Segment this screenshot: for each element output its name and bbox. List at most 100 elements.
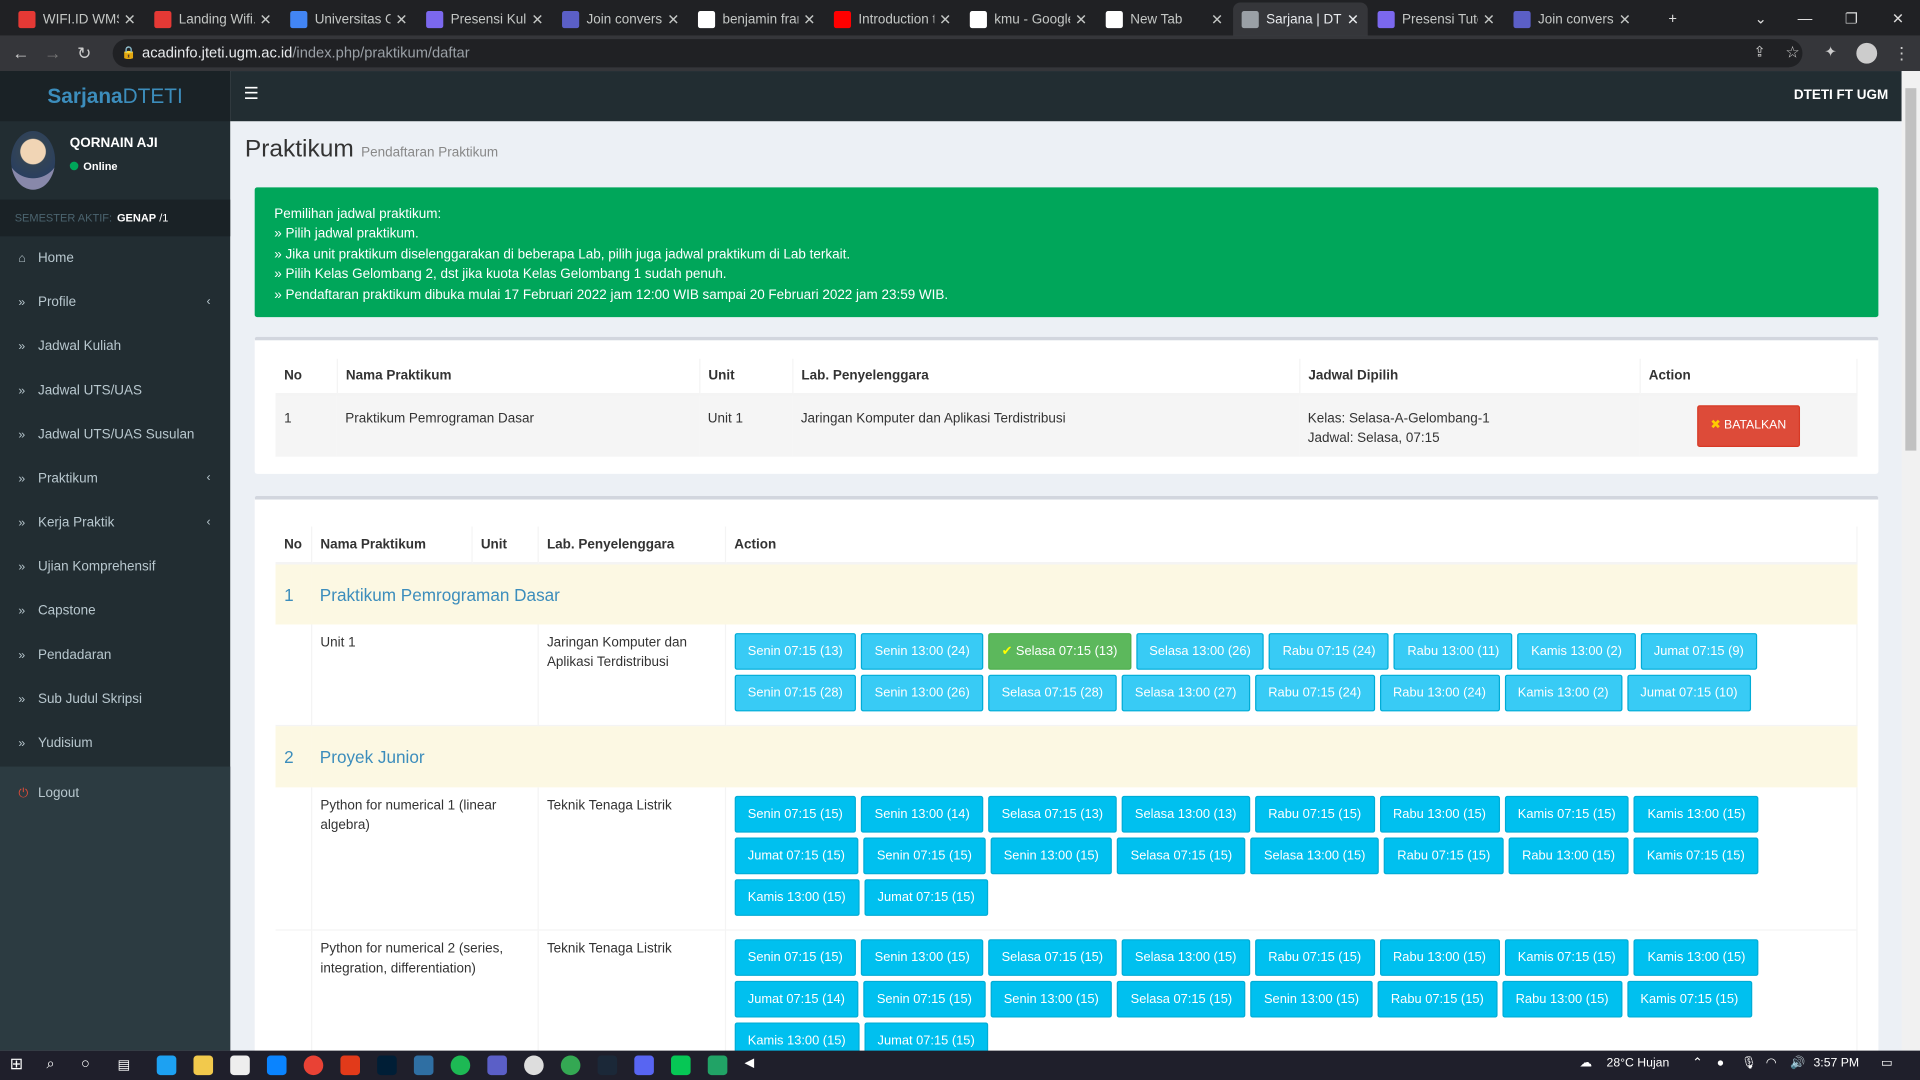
tab-close-icon[interactable]: ✕ [1211,10,1223,27]
selected-slot-button[interactable]: ✔ Selasa 07:15 (13) [988,633,1131,670]
slot-button[interactable]: Senin 07:15 (15) [863,836,986,874]
notification-icon[interactable]: ▭ [1881,1057,1893,1070]
slot-button[interactable]: Senin 07:15 (15) [734,795,857,833]
slot-button[interactable]: Selasa 13:00 (26) [1135,633,1265,670]
mic-icon[interactable]: 🎙 [1741,1057,1757,1070]
steam-icon[interactable] [597,1055,618,1076]
slot-button[interactable]: Senin 07:15 (15) [863,980,986,1017]
sidebar-item-jadwal-uts-uas[interactable]: » Jadwal UTS/UAS [0,369,230,413]
tab-close-icon[interactable]: ✕ [1619,10,1631,27]
back-icon[interactable]: ← [12,43,29,63]
line-icon[interactable] [671,1055,691,1076]
app-icon[interactable] [413,1055,434,1076]
slot-button[interactable]: Rabu 07:15 (24) [1254,674,1375,712]
browser-tab[interactable]: Presensi Tutor ✕ [1369,2,1504,35]
tab-close-icon[interactable]: ✕ [260,10,272,27]
discord-icon[interactable] [634,1055,654,1076]
slot-button[interactable]: Rabu 13:00 (15) [1379,795,1500,833]
slot-button[interactable]: Rabu 07:15 (15) [1377,980,1498,1017]
close-window-icon[interactable]: ✕ [1876,0,1920,36]
page-scrollbar[interactable] [1901,71,1920,1051]
slot-button[interactable]: Senin 07:15 (15) [734,938,857,976]
slot-button[interactable]: Senin 13:00 (15) [861,938,984,976]
browser-tab[interactable]: Join conversation✕ [553,2,688,35]
hamburger-icon[interactable]: ☰ [244,83,259,104]
weather-text[interactable]: 28°C Hujan [1607,1057,1670,1070]
sidebar-item-kerja-praktik[interactable]: » Kerja Praktik ‹ [0,501,230,545]
browser-tab[interactable]: WIFI.ID WMS ✕ [10,2,145,35]
slot-button[interactable]: Senin 13:00 (24) [861,633,984,670]
bookmark-star-icon[interactable]: ☆ [1785,43,1799,63]
browser-tab[interactable]: kmu - Google ✕ [961,2,1096,35]
slot-button[interactable]: Senin 13:00 (15) [1250,980,1373,1017]
search-icon[interactable]: ⌕ [47,1054,55,1072]
slot-button[interactable]: Jumat 07:15 (10) [1626,674,1752,712]
clock[interactable]: 3:57 PM [1813,1057,1859,1070]
browser-tab[interactable]: New Tab ✕ [1097,2,1232,35]
slot-button[interactable]: Selasa 13:00 (13) [1121,795,1250,833]
slot-button[interactable]: Kamis 13:00 (15) [1634,795,1759,833]
slot-button[interactable]: Senin 07:15 (13) [734,633,857,670]
sidebar-item-capstone[interactable]: » Capstone [0,589,230,633]
slot-button[interactable]: Rabu 07:15 (15) [1383,836,1504,874]
tab-close-icon[interactable]: ✕ [939,10,951,27]
slot-button[interactable]: Rabu 13:00 (11) [1393,633,1513,670]
extensions-icon[interactable]: ✦ [1825,43,1837,60]
speaker-icon[interactable]: 🔊 [1790,1057,1805,1070]
github-icon[interactable] [524,1055,544,1076]
slot-button[interactable]: Kamis 13:00 (2) [1504,674,1623,712]
tab-close-icon[interactable]: ✕ [1347,10,1359,27]
slot-button[interactable]: Kamis 13:00 (15) [734,878,860,916]
tray-chevron-icon[interactable]: ⌃ [1692,1057,1702,1070]
tab-close-icon[interactable]: ✕ [1483,10,1495,27]
browser-tab[interactable]: Presensi Kuliah✕ [418,2,553,35]
reload-icon[interactable]: ↻ [77,43,91,64]
slot-button[interactable]: Selasa 13:00 (27) [1121,674,1250,712]
slot-button[interactable]: Kamis 13:00 (15) [1634,938,1759,976]
restore-icon[interactable]: ❐ [1829,0,1873,36]
browser-tab[interactable]: Universitas Gadjah✕ [282,2,417,35]
office-icon[interactable] [340,1055,361,1076]
slot-button[interactable]: Rabu 13:00 (15) [1379,938,1500,976]
excel-icon[interactable] [707,1055,728,1076]
slot-button[interactable]: Rabu 13:00 (24) [1379,674,1500,712]
browser-tab[interactable]: Join conversation✕ [1505,2,1640,35]
slot-button[interactable]: Kamis 07:15 (15) [1633,836,1759,874]
windows-start-icon[interactable]: ⊞ [10,1054,23,1074]
antivirus-icon[interactable]: ● [1717,1057,1724,1070]
slot-button[interactable]: Selasa 07:15 (28) [988,674,1117,712]
slot-button[interactable]: Rabu 07:15 (15) [1254,795,1375,833]
url-field[interactable]: 🔒 acadinfo.jteti.ugm.ac.id/index.php/prak… [112,39,1803,68]
spotify-icon[interactable] [450,1055,471,1076]
new-tab-button[interactable]: + [1651,0,1695,36]
browser-menu-icon[interactable]: ⋮ [1893,43,1910,64]
sidebar-item-ujian-komprehensif[interactable]: » Ujian Komprehensif [0,545,230,589]
tab-close-icon[interactable]: ✕ [803,10,815,27]
slot-button[interactable]: Jumat 07:15 (15) [734,836,859,874]
slot-button[interactable]: Selasa 07:15 (15) [1117,980,1246,1017]
logout-link[interactable]: ⏻ Logout [0,771,230,815]
slot-button[interactable]: Senin 07:15 (28) [734,674,857,712]
forward-icon[interactable]: → [44,43,61,63]
slot-button[interactable]: Selasa 07:15 (15) [988,938,1117,976]
cancel-button[interactable]: ✖ BATALKAN [1696,405,1800,447]
cortana-icon[interactable]: ○ [81,1054,90,1071]
tab-close-icon[interactable]: ✕ [124,10,136,27]
slot-button[interactable]: Rabu 13:00 (15) [1508,836,1629,874]
minimize-icon[interactable]: — [1783,0,1827,36]
slot-button[interactable]: Jumat 07:15 (14) [734,980,859,1017]
slot-button[interactable]: Selasa 07:15 (13) [988,795,1117,833]
task-view-icon[interactable]: ▤ [118,1057,131,1073]
slot-button[interactable]: Selasa 13:00 (15) [1121,938,1250,976]
volume-app-icon[interactable]: ◀ [744,1057,753,1070]
sidebar-item-jadwal-uts-uas-susulan[interactable]: » Jadwal UTS/UAS Susulan [0,413,230,457]
tab-close-icon[interactable]: ✕ [395,10,407,27]
sidebar-logo[interactable]: SarjanaDTETI [0,71,231,122]
slot-button[interactable]: Rabu 13:00 (15) [1502,980,1623,1017]
file-explorer-icon[interactable] [193,1055,214,1076]
chrome-2-icon[interactable] [560,1055,581,1076]
slot-button[interactable]: Selasa 07:15 (15) [1117,836,1246,874]
slot-button[interactable]: Kamis 07:15 (15) [1626,980,1752,1017]
edge-icon[interactable] [156,1055,177,1076]
slot-button[interactable]: Jumat 07:15 (15) [864,878,989,916]
